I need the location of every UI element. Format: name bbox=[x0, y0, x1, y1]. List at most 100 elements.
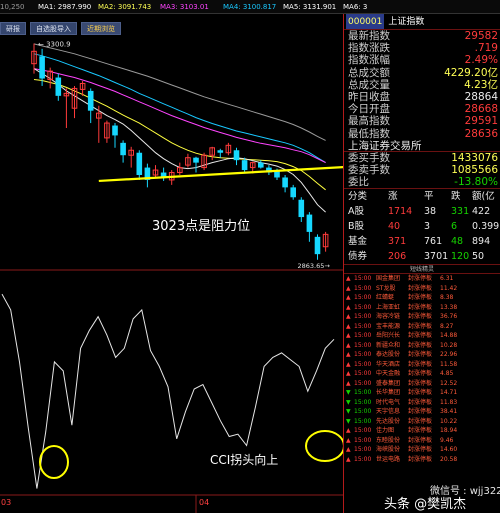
cci-chart[interactable]: CCI拐头向上 03 04 bbox=[0, 271, 343, 513]
quote-label: 最新指数 bbox=[348, 30, 390, 42]
list-time: 15:00 bbox=[354, 322, 372, 330]
sprite-list[interactable]: ▲ 15:00 国金集团 封涨停板 6.31 ▲ 15:00 ST龙股 封涨停板 11.42 ▲ 15… bbox=[344, 274, 500, 464]
list-item[interactable]: ▲ 15:00 ST龙股 封涨停板 11.42 bbox=[344, 284, 500, 294]
list-item[interactable]: ▲ 15:00 世运电路 封涨停板 20.58 bbox=[344, 455, 500, 465]
cci-circle-right bbox=[305, 430, 343, 462]
list-item[interactable]: ▲ 15:00 东睦股份 封涨停板 9.46 bbox=[344, 436, 500, 446]
list-item[interactable]: ▲ 15:00 佳力图 封涨停板 18.94 bbox=[344, 426, 500, 436]
quote-value: 28864 bbox=[464, 90, 498, 103]
down-arrow-icon: ▼ bbox=[346, 417, 351, 425]
breadth-header: 分类 涨 平 跌 额(亿 bbox=[344, 189, 500, 204]
list-value: 8.27 bbox=[440, 322, 454, 330]
breadth-cell: B股 bbox=[348, 221, 365, 233]
up-arrow-icon: ▲ bbox=[346, 436, 351, 444]
breadth-row: 债券 206 3701 120 50 bbox=[344, 249, 500, 264]
quote-value: 29582 bbox=[464, 30, 498, 42]
list-time: 15:00 bbox=[354, 360, 372, 368]
breadth-cell: 3701 bbox=[424, 251, 449, 263]
up-arrow-icon: ▲ bbox=[346, 313, 351, 321]
list-time: 15:00 bbox=[354, 303, 372, 311]
list-action: 封涨停板 bbox=[408, 360, 433, 368]
up-arrow-icon: ▲ bbox=[346, 370, 351, 378]
order-rows: 委买手数 1433076 委卖手数 1085566 委比 -13.80% bbox=[344, 152, 500, 190]
list-time: 15:00 bbox=[354, 408, 372, 416]
list-item[interactable]: ▲ 15:00 上海亚虹 封涨停板 13.38 bbox=[344, 303, 500, 313]
indicator-0: 10,250 bbox=[0, 3, 25, 11]
candle bbox=[314, 234, 321, 260]
candle bbox=[87, 88, 94, 124]
list-value: 36.76 bbox=[440, 313, 458, 321]
list-item[interactable]: ▼ 15:00 先达股份 封涨停板 10.22 bbox=[344, 417, 500, 427]
quote-row: 今日开盘 28668 bbox=[344, 103, 500, 115]
list-value: 38.41 bbox=[440, 408, 458, 416]
candle bbox=[63, 88, 70, 128]
list-action: 封涨停板 bbox=[408, 417, 433, 425]
quote-label: 今日开盘 bbox=[348, 103, 390, 116]
list-stock-name: 新疆众和 bbox=[376, 341, 401, 349]
list-item[interactable]: ▲ 15:00 国金集团 封涨停板 6.31 bbox=[344, 274, 500, 284]
list-stock-name: 华天酒店 bbox=[376, 360, 401, 368]
quote-label: 指数涨幅 bbox=[348, 54, 390, 67]
list-stock-name: 先达股份 bbox=[376, 417, 401, 425]
breadth-col-flat: 平 bbox=[424, 191, 434, 203]
list-action: 封涨停板 bbox=[408, 284, 433, 292]
breadth-cell: 422 bbox=[472, 206, 491, 218]
list-item[interactable]: ▼ 15:00 天宇信息 封涨停板 38.41 bbox=[344, 407, 500, 417]
list-stock-name: 宝丰能源 bbox=[376, 322, 401, 330]
quote-value: 29591 bbox=[464, 115, 498, 128]
up-arrow-icon: ▲ bbox=[346, 455, 351, 463]
date-label: 03 bbox=[1, 498, 11, 507]
up-arrow-icon: ▲ bbox=[346, 332, 351, 340]
list-action: 封涨停板 bbox=[408, 398, 433, 406]
list-action: 封涨停板 bbox=[408, 370, 433, 378]
quote-value: 2.49% bbox=[464, 54, 498, 67]
ma-magenta-line bbox=[33, 68, 326, 164]
quote-value: .719 bbox=[474, 42, 498, 55]
list-time: 15:00 bbox=[354, 332, 372, 340]
list-value: 14.71 bbox=[440, 389, 458, 397]
exchange-name: 上海证券交易所 bbox=[348, 139, 422, 152]
up-arrow-icon: ▲ bbox=[346, 351, 351, 359]
list-stock-name: 佳力图 bbox=[376, 427, 395, 435]
up-arrow-icon: ▲ bbox=[346, 446, 351, 454]
list-item[interactable]: ▲ 15:00 宝丰能源 封涨停板 8.27 bbox=[344, 322, 500, 332]
quote-row: 委买手数 1433076 bbox=[344, 152, 500, 164]
list-item[interactable]: ▼ 15:00 时代电气 封涨停板 11.83 bbox=[344, 398, 500, 408]
indicator-4: MA4: 3100.817 bbox=[223, 3, 277, 11]
list-item[interactable]: ▲ 15:00 海峡股份 封涨停板 14.60 bbox=[344, 445, 500, 455]
indicator-bar: 10,250 MA1: 2987.990 MA2: 3091.743 MA3: 310… bbox=[0, 0, 500, 14]
breadth-cell: 0.399 bbox=[472, 221, 500, 233]
breadth-col-type: 分类 bbox=[348, 191, 368, 203]
candlestick-chart[interactable]: ← 3300.9 2863.65→ 3023点是阻力位 bbox=[0, 14, 343, 271]
list-item[interactable]: ▲ 15:00 盛泰集团 封涨停板 12.52 bbox=[344, 379, 500, 389]
candle bbox=[71, 85, 78, 119]
list-item[interactable]: ▲ 15:00 海容冷链 封涨停板 36.76 bbox=[344, 312, 500, 322]
sprite-list-title: 短线精灵 bbox=[344, 264, 500, 275]
list-action: 封涨停板 bbox=[408, 379, 433, 387]
list-item[interactable]: ▲ 15:00 岳阳兴长 封涨停板 14.88 bbox=[344, 331, 500, 341]
list-item[interactable]: ▼ 15:00 长华集团 封涨停板 14.71 bbox=[344, 388, 500, 398]
list-item[interactable]: ▲ 15:00 红蜻蜓 封涨停板 8.38 bbox=[344, 293, 500, 303]
list-stock-name: 上海亚虹 bbox=[376, 303, 401, 311]
trading-screen: 10,250 MA1: 2987.990 MA2: 3091.743 MA3: 310… bbox=[0, 0, 500, 513]
list-value: 9.46 bbox=[440, 436, 454, 444]
list-item[interactable]: ▲ 15:00 华天酒店 封涨停板 11.58 bbox=[344, 360, 500, 370]
list-time: 15:00 bbox=[354, 370, 372, 378]
list-value: 4.85 bbox=[440, 370, 454, 378]
list-time: 15:00 bbox=[354, 313, 372, 321]
breadth-col-amount: 额(亿 bbox=[472, 191, 495, 203]
breadth-cell: 120 bbox=[451, 251, 470, 263]
list-item[interactable]: ▲ 15:00 泰达股份 封涨停板 22.96 bbox=[344, 350, 500, 360]
list-item[interactable]: ▲ 15:00 中天金融 封涨停板 4.85 bbox=[344, 369, 500, 379]
date-label: 04 bbox=[199, 498, 209, 507]
list-action: 封涨停板 bbox=[408, 341, 433, 349]
up-arrow-icon: ▲ bbox=[346, 284, 351, 292]
quote-header: 000001 上证指数 bbox=[344, 14, 500, 30]
list-item[interactable]: ▲ 15:00 新疆众和 封涨停板 10.28 bbox=[344, 341, 500, 351]
list-time: 15:00 bbox=[354, 389, 372, 397]
list-stock-name: 天宇信息 bbox=[376, 408, 401, 416]
indicator-5: MA5: 3131.901 bbox=[283, 3, 337, 11]
candle bbox=[217, 148, 224, 158]
up-arrow-icon: ▲ bbox=[346, 275, 351, 283]
candle bbox=[177, 162, 183, 175]
